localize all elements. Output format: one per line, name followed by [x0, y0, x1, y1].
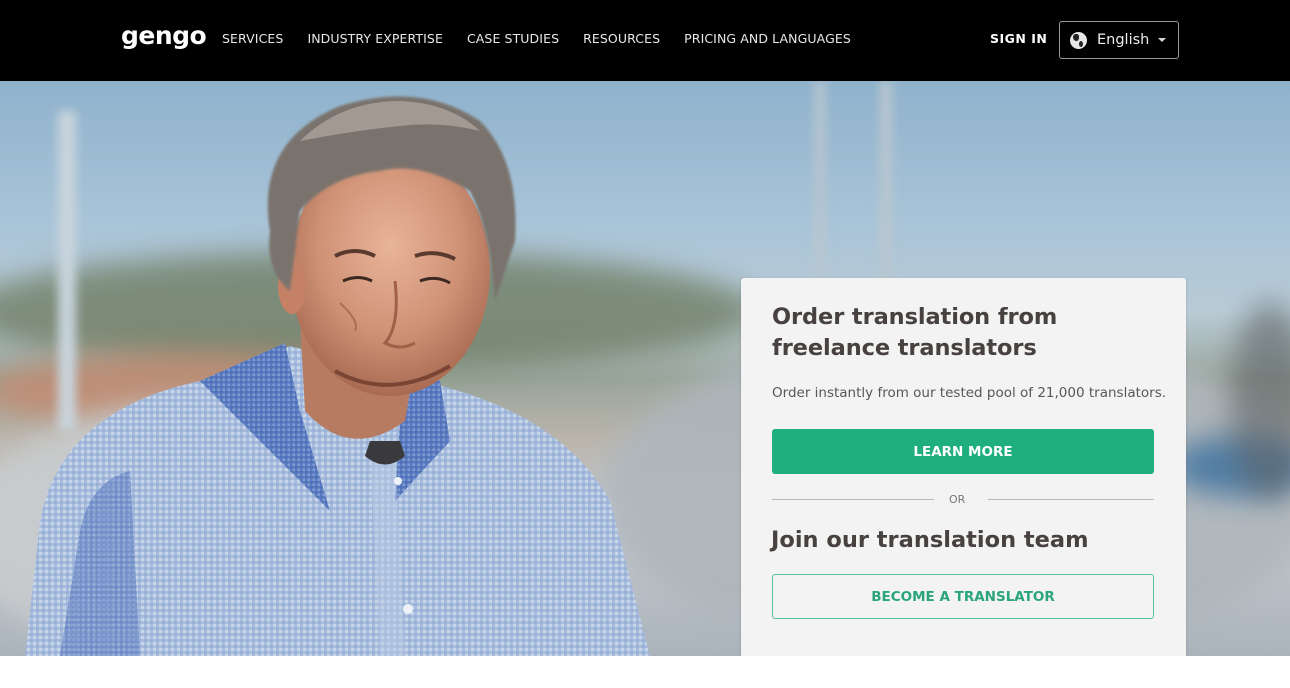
nav-item-pricing-and-languages[interactable]: PRICING AND LANGUAGES	[684, 31, 851, 47]
become-a-translator-button[interactable]: BECOME A TRANSLATOR	[772, 574, 1154, 619]
divider-line-right	[988, 499, 1154, 500]
nav-item-resources[interactable]: RESOURCES	[583, 31, 660, 47]
neck-and-head	[267, 96, 516, 439]
learn-more-button[interactable]: LEARN MORE	[772, 429, 1154, 474]
background-mast	[815, 81, 825, 281]
hero-person-photo	[25, 96, 650, 656]
hero-banner: Order translation from freelance transla…	[0, 81, 1290, 656]
nav-item-services[interactable]: SERVICES	[222, 31, 283, 47]
card-heading-join-team: Join our translation team	[771, 527, 1089, 553]
sign-in-link[interactable]: SIGN IN	[990, 31, 1047, 47]
divider-or-label: OR	[949, 493, 966, 506]
gengo-logo[interactable]: gengo	[121, 21, 207, 51]
hero-cta-card: Order translation from freelance transla…	[741, 278, 1186, 656]
main-nav: SERVICES INDUSTRY EXPERTISE CASE STUDIES…	[222, 31, 875, 47]
language-selected-label: English	[1097, 32, 1150, 48]
top-navigation-bar: gengo SERVICES INDUSTRY EXPERTISE CASE S…	[0, 0, 1290, 81]
page-content-below-hero	[0, 656, 1290, 688]
nav-item-industry-expertise[interactable]: INDUSTRY EXPERTISE	[307, 31, 443, 47]
language-selector[interactable]: English	[1059, 21, 1179, 59]
divider-line-left	[772, 499, 934, 500]
nav-item-case-studies[interactable]: CASE STUDIES	[467, 31, 559, 47]
card-subtitle: Order instantly from our tested pool of …	[772, 385, 1167, 401]
globe-icon	[1070, 31, 1087, 49]
caret-down-icon	[1158, 38, 1166, 42]
card-heading-order-translation: Order translation from freelance transla…	[772, 304, 1058, 361]
